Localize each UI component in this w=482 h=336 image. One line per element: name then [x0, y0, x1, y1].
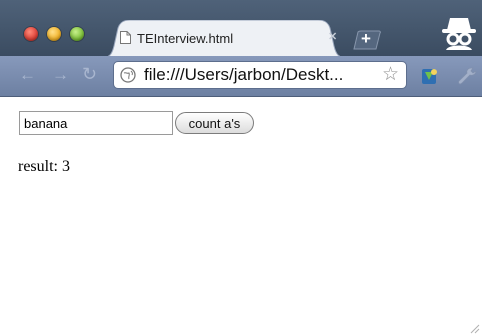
tab-title: TEInterview.html [137, 31, 234, 46]
result-text: result: 3 [18, 158, 70, 175]
back-arrow-icon[interactable]: ← [19, 65, 36, 85]
text-input[interactable] [19, 111, 173, 135]
globe-icon [120, 67, 136, 83]
page-icon [120, 31, 131, 44]
zoom-window-button[interactable] [70, 27, 84, 41]
reload-icon[interactable]: ↻ [82, 64, 97, 85]
browser-window: TEInterview.html ✕ + ← → ↻ file:///Users… [0, 0, 482, 336]
incognito-icon [442, 18, 476, 50]
tab-strip: TEInterview.html ✕ + [0, 0, 482, 58]
extension-icon[interactable] [420, 66, 440, 86]
forward-arrow-icon[interactable]: → [52, 65, 69, 85]
plus-icon: + [361, 29, 371, 48]
new-tab-button[interactable]: + [352, 29, 382, 50]
tab-close-icon[interactable]: ✕ [328, 30, 337, 43]
page-content: count a's result: 3 [0, 97, 482, 336]
tab-teinterview[interactable]: TEInterview.html ✕ [100, 20, 348, 58]
count-button[interactable]: count a's [175, 112, 254, 134]
resize-grip-icon[interactable] [470, 324, 480, 334]
address-bar[interactable]: file:///Users/jarbon/Deskt... ☆ [113, 61, 407, 89]
minimize-window-button[interactable] [47, 27, 61, 41]
star-icon[interactable]: ☆ [382, 63, 399, 86]
wrench-icon[interactable] [456, 66, 478, 86]
url-text: file:///Users/jarbon/Deskt... [144, 65, 344, 84]
close-window-button[interactable] [24, 27, 38, 41]
browser-toolbar: ← → ↻ file:///Users/jarbon/Deskt... ☆ [0, 56, 482, 97]
